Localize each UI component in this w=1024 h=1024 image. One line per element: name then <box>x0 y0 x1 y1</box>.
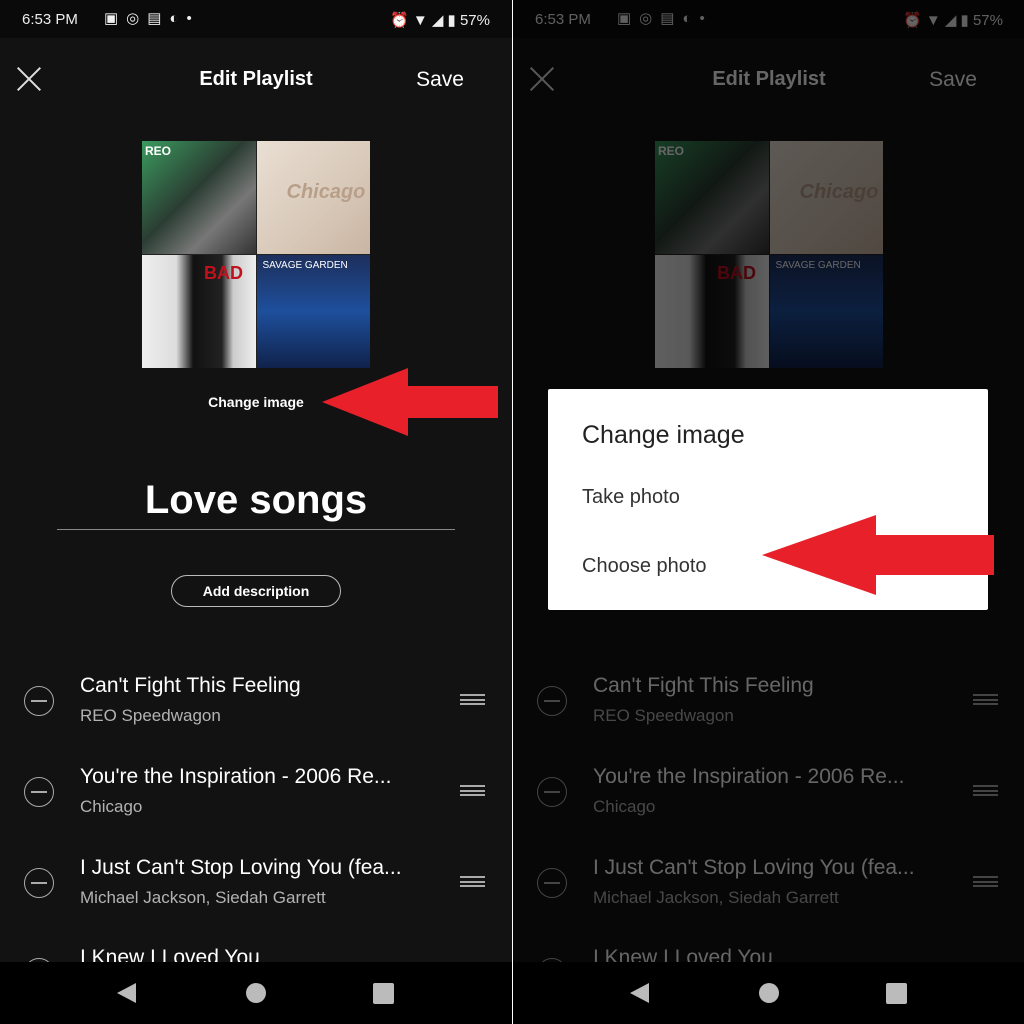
red-arrow-annotation <box>762 515 994 595</box>
choose-photo-option[interactable]: Choose photo <box>582 555 707 578</box>
battery-percent: 57% <box>459 12 490 29</box>
home-icon[interactable] <box>759 983 779 1003</box>
android-nav-bar <box>0 962 512 1024</box>
cover-reo: REO <box>142 141 256 254</box>
track-row[interactable]: You're the Inspiration - 2006 Re... Chica… <box>0 765 512 835</box>
add-description-button[interactable]: Add description <box>171 575 341 607</box>
cover-chicago: Chicago <box>256 141 370 254</box>
track-row[interactable]: I Just Can't Stop Loving You (fea... Mich… <box>0 856 512 926</box>
remove-icon[interactable] <box>24 686 54 716</box>
remove-icon[interactable] <box>24 868 54 898</box>
status-bar: 6:53 PM ▣◎▤◐• ⏰ ▼ ◢ ▮ 57% <box>0 0 512 38</box>
track-artist: REO Speedwagon <box>80 706 221 725</box>
dialog-title: Change image <box>582 421 745 449</box>
playlist-cover[interactable]: REO Chicago BAD SAVAGE GARDEN <box>142 141 370 368</box>
track-artist: Chicago <box>80 797 143 816</box>
track-row[interactable]: Can't Fight This Feeling REO Speedwagon <box>0 674 512 744</box>
back-icon[interactable] <box>630 983 649 1003</box>
track-title: Can't Fight This Feeling <box>80 674 301 697</box>
recents-icon[interactable] <box>886 983 907 1004</box>
cover-savage-garden: SAVAGE GARDEN <box>256 255 370 368</box>
android-nav-bar <box>513 962 1024 1024</box>
home-icon[interactable] <box>246 983 266 1003</box>
status-time: 6:53 PM <box>22 11 78 28</box>
drag-handle-icon[interactable] <box>460 785 485 796</box>
change-image-dialog-screen: 6:53 PM ▣◎▤◐• ⏰ ▼ ◢ ▮ 57% Edit Playlist … <box>513 0 1024 1024</box>
playlist-name-input[interactable]: Love songs <box>57 478 455 530</box>
track-artist: Michael Jackson, Siedah Garrett <box>80 888 326 907</box>
red-arrow-annotation <box>322 368 498 436</box>
system-icons: ⏰ ▼ ◢ ▮ <box>389 12 460 29</box>
remove-icon[interactable] <box>24 777 54 807</box>
cover-bad: BAD <box>142 255 256 368</box>
track-title: You're the Inspiration - 2006 Re... <box>80 765 392 788</box>
save-button[interactable]: Save <box>416 68 464 92</box>
track-title: I Just Can't Stop Loving You (fea... <box>80 856 402 879</box>
drag-handle-icon[interactable] <box>460 876 485 887</box>
edit-playlist-screen: 6:53 PM ▣◎▤◐• ⏰ ▼ ◢ ▮ 57% Edit Playlist … <box>0 0 512 1024</box>
recents-icon[interactable] <box>373 983 394 1004</box>
take-photo-option[interactable]: Take photo <box>582 486 680 509</box>
back-icon[interactable] <box>117 983 136 1003</box>
notification-icons: ▣◎▤◐• <box>104 10 200 27</box>
drag-handle-icon[interactable] <box>460 694 485 705</box>
status-right: ⏰ ▼ ◢ ▮ 57% <box>390 11 490 29</box>
